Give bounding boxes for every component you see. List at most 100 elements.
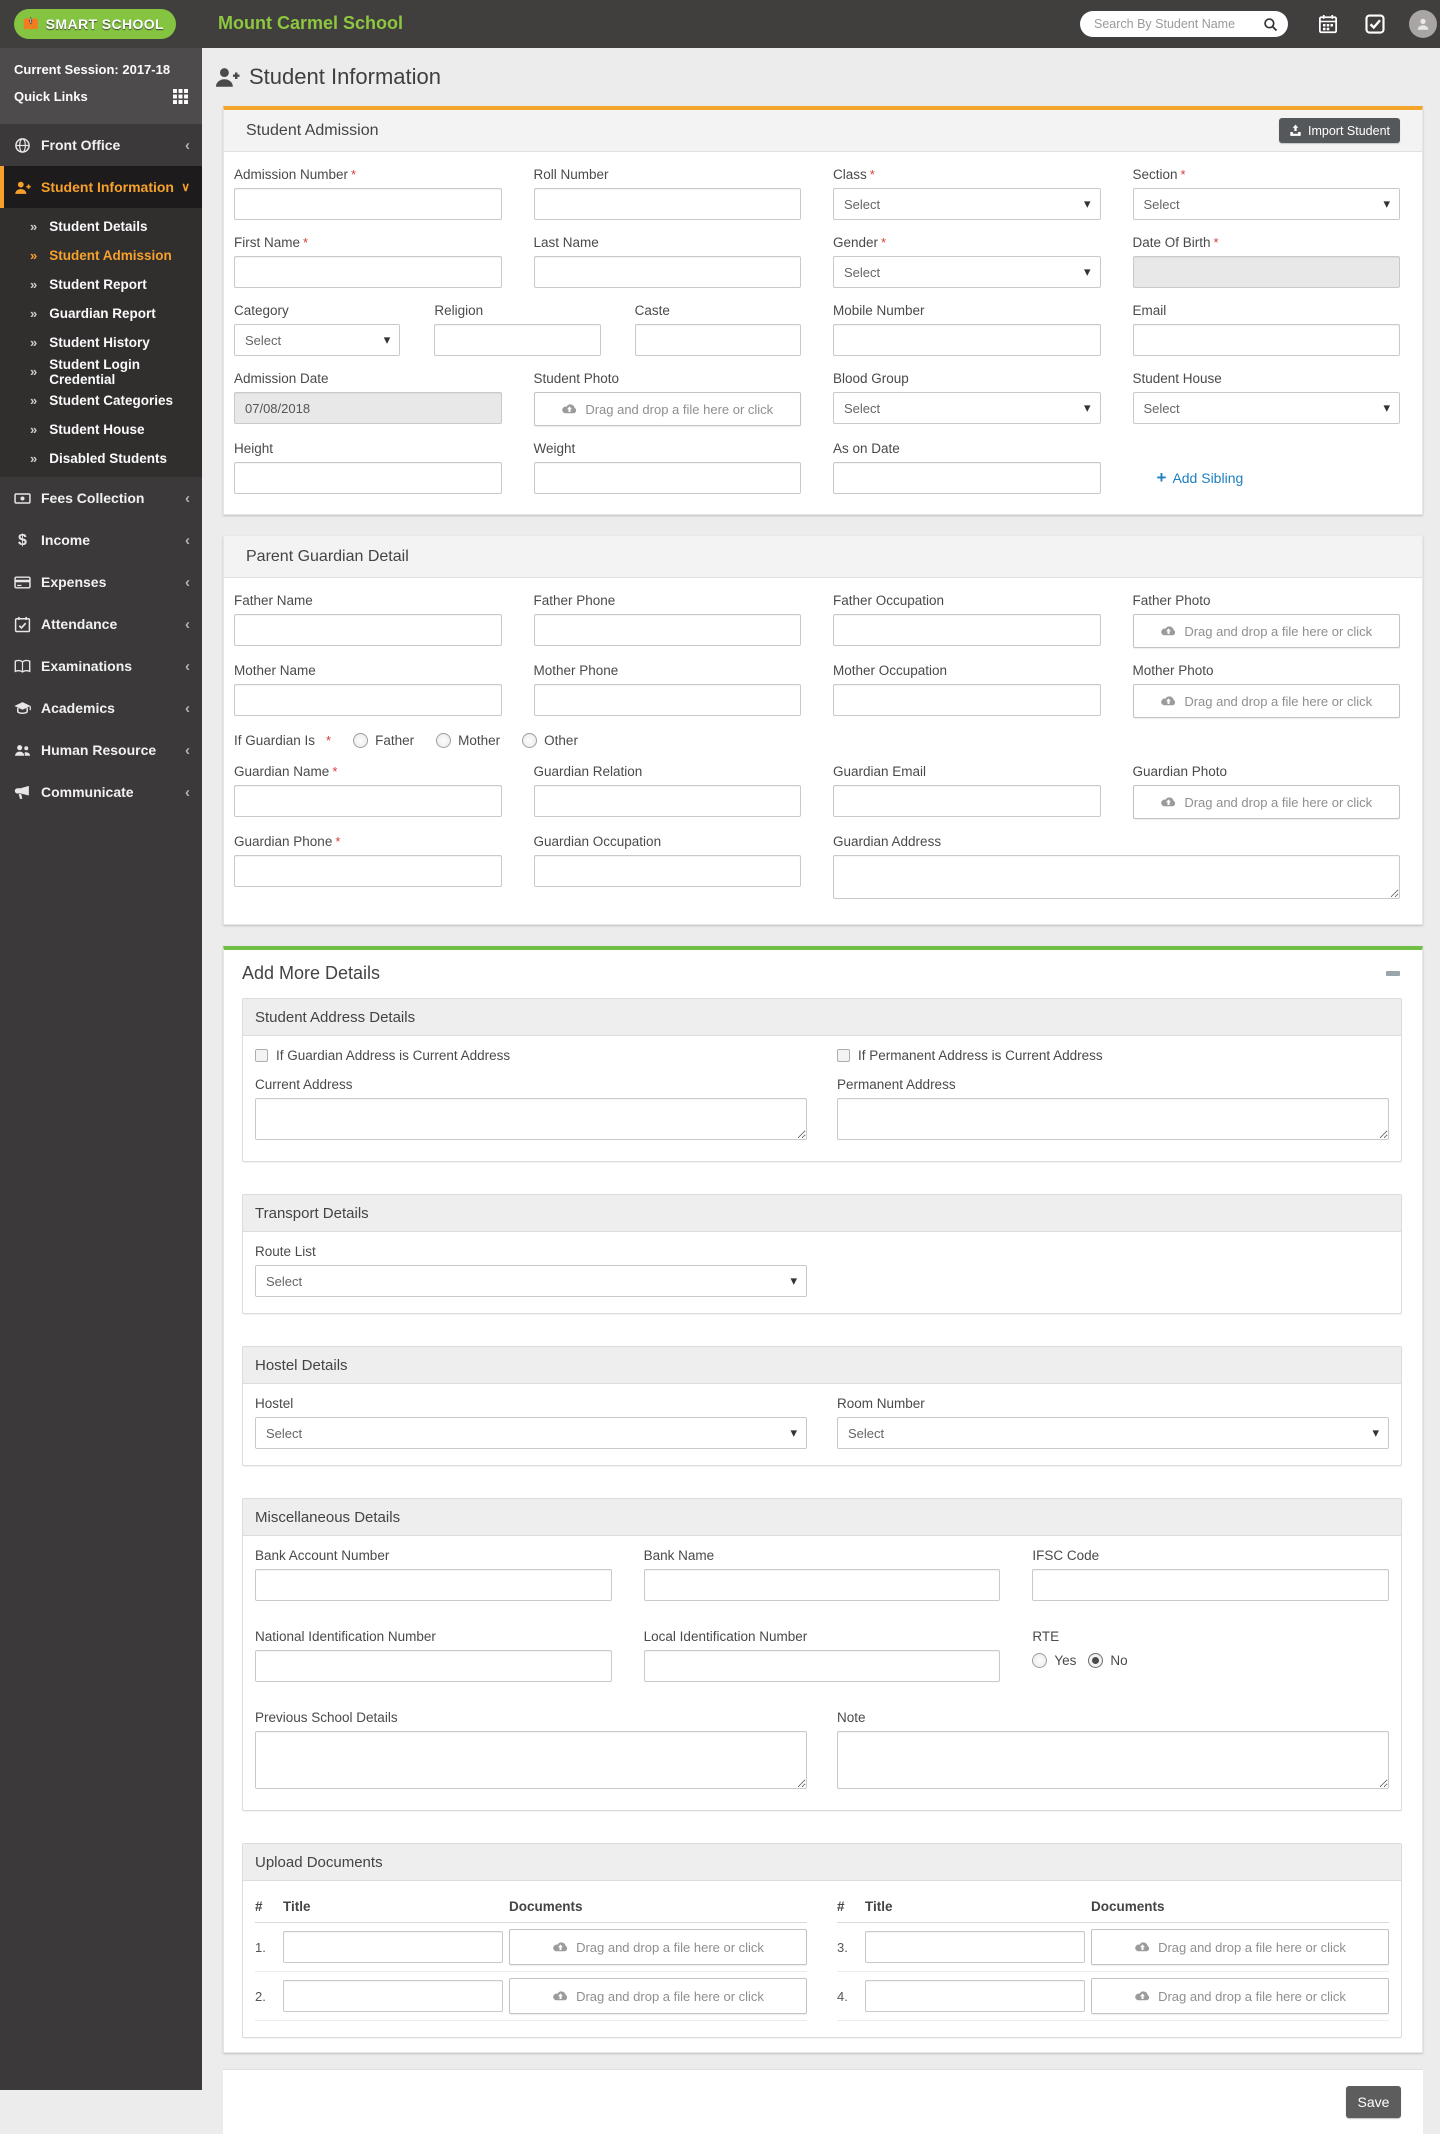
mother-phone-input[interactable]: [533, 684, 801, 716]
save-button[interactable]: Save: [1346, 2086, 1401, 2118]
document-title-input-2[interactable]: [283, 1980, 503, 2012]
student-house-select[interactable]: Select: [1132, 392, 1400, 424]
add-sibling-link[interactable]: + Add Sibling: [1157, 468, 1401, 488]
sidebar-item-examinations[interactable]: Examinations ‹: [0, 645, 202, 687]
weight-input[interactable]: [533, 462, 801, 494]
checkbox-icon[interactable]: [255, 1049, 268, 1062]
guardian-father-radio[interactable]: Father: [353, 733, 414, 748]
search-input[interactable]: [1094, 17, 1263, 31]
ifsc-code-input[interactable]: [1032, 1569, 1389, 1601]
sidebar-item-student-history[interactable]: » Student History: [0, 328, 202, 357]
father-name-input[interactable]: [234, 614, 502, 646]
hostel-select[interactable]: Select: [255, 1417, 807, 1449]
guardian-occupation-input[interactable]: [533, 855, 801, 887]
tasks-check-icon[interactable]: [1365, 14, 1385, 34]
sidebar-item-attendance[interactable]: Attendance ‹: [0, 603, 202, 645]
mother-photo-dropzone[interactable]: Drag and drop a file here or click: [1132, 684, 1400, 718]
sidebar-item-front-office[interactable]: Front Office ‹: [0, 124, 202, 166]
mobile-number-input[interactable]: [833, 324, 1101, 356]
sidebar-item-student-categories[interactable]: » Student Categories: [0, 386, 202, 415]
guardian-other-radio[interactable]: Other: [522, 733, 578, 748]
roll-number-input[interactable]: [533, 188, 801, 220]
panel-title: Upload Documents: [255, 1853, 383, 1871]
class-select[interactable]: Select: [833, 188, 1101, 220]
radio-icon[interactable]: [1032, 1653, 1048, 1668]
document-dropzone-1[interactable]: Drag and drop a file here or click: [509, 1929, 807, 1965]
religion-input[interactable]: [434, 324, 601, 356]
bank-name-input[interactable]: [643, 1569, 1001, 1601]
section-select[interactable]: Select: [1132, 188, 1400, 220]
first-name-input[interactable]: [234, 256, 502, 288]
document-dropzone-4[interactable]: Drag and drop a file here or click: [1091, 1978, 1389, 2014]
user-avatar[interactable]: [1409, 10, 1437, 38]
caste-input[interactable]: [634, 324, 801, 356]
last-name-input[interactable]: [533, 256, 801, 288]
radio-selected-icon[interactable]: [1088, 1653, 1104, 1668]
sidebar-item-student-admission[interactable]: » Student Admission: [0, 241, 202, 270]
national-id-input[interactable]: [255, 1650, 612, 1682]
guardian-phone-input[interactable]: [234, 855, 502, 887]
sidebar-item-student-report[interactable]: » Student Report: [0, 270, 202, 299]
sidebar-item-student-login-credential[interactable]: » Student Login Credential: [0, 357, 202, 387]
document-dropzone-2[interactable]: Drag and drop a file here or click: [509, 1978, 807, 2014]
search-icon[interactable]: [1263, 17, 1278, 32]
guardian-address-textarea[interactable]: [833, 855, 1400, 899]
document-title-input-3[interactable]: [865, 1931, 1085, 1963]
admission-date-input[interactable]: [234, 392, 502, 424]
guardian-relation-input[interactable]: [533, 785, 801, 817]
document-title-input-1[interactable]: [283, 1931, 503, 1963]
note-textarea[interactable]: [837, 1731, 1389, 1789]
current-address-textarea[interactable]: [255, 1098, 807, 1140]
category-select[interactable]: Select: [234, 324, 401, 356]
app-logo[interactable]: SMART SCHOOL: [14, 9, 176, 39]
sidebar-item-student-house[interactable]: » Student House: [0, 415, 202, 444]
gender-select[interactable]: Select: [833, 256, 1101, 288]
sidebar-item-academics[interactable]: Academics ‹: [0, 687, 202, 729]
chevron-down-icon: ∨: [181, 180, 190, 194]
quick-links-grid-icon[interactable]: [173, 89, 188, 104]
sidebar-item-expenses[interactable]: Expenses ‹: [0, 561, 202, 603]
guardian-name-input[interactable]: [234, 785, 502, 817]
father-photo-dropzone[interactable]: Drag and drop a file here or click: [1132, 614, 1400, 648]
guardian-email-input[interactable]: [833, 785, 1101, 817]
document-dropzone-3[interactable]: Drag and drop a file here or click: [1091, 1929, 1389, 1965]
sidebar-item-student-information[interactable]: Student Information ∨: [0, 166, 202, 208]
height-input[interactable]: [234, 462, 502, 494]
sidebar-item-student-details[interactable]: » Student Details: [0, 212, 202, 241]
import-student-button[interactable]: Import Student: [1279, 118, 1400, 143]
radio-icon[interactable]: [436, 733, 452, 748]
local-id-input[interactable]: [643, 1650, 1001, 1682]
mother-name-input[interactable]: [234, 684, 502, 716]
sidebar-item-fees-collection[interactable]: Fees Collection ‹: [0, 477, 202, 519]
email-input[interactable]: [1132, 324, 1400, 356]
calendar-icon[interactable]: [1318, 14, 1338, 34]
route-list-select[interactable]: Select: [255, 1265, 807, 1297]
as-on-date-input[interactable]: [833, 462, 1101, 494]
collapse-minus-icon[interactable]: [1386, 971, 1400, 976]
blood-group-select[interactable]: Select: [833, 392, 1101, 424]
guardian-mother-radio[interactable]: Mother: [436, 733, 500, 748]
sidebar-item-communicate[interactable]: Communicate ‹: [0, 771, 202, 813]
previous-school-details-textarea[interactable]: [255, 1731, 807, 1789]
admission-number-input[interactable]: [234, 188, 502, 220]
rte-no-radio[interactable]: No: [1088, 1653, 1128, 1668]
student-photo-dropzone[interactable]: Drag and drop a file here or click: [533, 392, 801, 426]
radio-icon[interactable]: [522, 733, 538, 748]
checkbox-icon[interactable]: [837, 1049, 850, 1062]
sidebar-item-disabled-students[interactable]: » Disabled Students: [0, 444, 202, 473]
sidebar-item-human-resource[interactable]: Human Resource ‹: [0, 729, 202, 771]
father-occupation-input[interactable]: [833, 614, 1101, 646]
rte-yes-radio[interactable]: Yes: [1032, 1653, 1076, 1668]
sidebar-item-income[interactable]: $ Income ‹: [0, 519, 202, 561]
room-number-select[interactable]: Select: [837, 1417, 1389, 1449]
permanent-address-textarea[interactable]: [837, 1098, 1389, 1140]
father-phone-input[interactable]: [533, 614, 801, 646]
chevron-left-icon: ‹: [185, 699, 190, 717]
guardian-photo-dropzone[interactable]: Drag and drop a file here or click: [1132, 785, 1400, 819]
mother-occupation-input[interactable]: [833, 684, 1101, 716]
sidebar-item-guardian-report[interactable]: » Guardian Report: [0, 299, 202, 328]
bank-account-number-input[interactable]: [255, 1569, 612, 1601]
radio-icon[interactable]: [353, 733, 369, 748]
date-of-birth-input[interactable]: [1132, 256, 1400, 288]
document-title-input-4[interactable]: [865, 1980, 1085, 2012]
